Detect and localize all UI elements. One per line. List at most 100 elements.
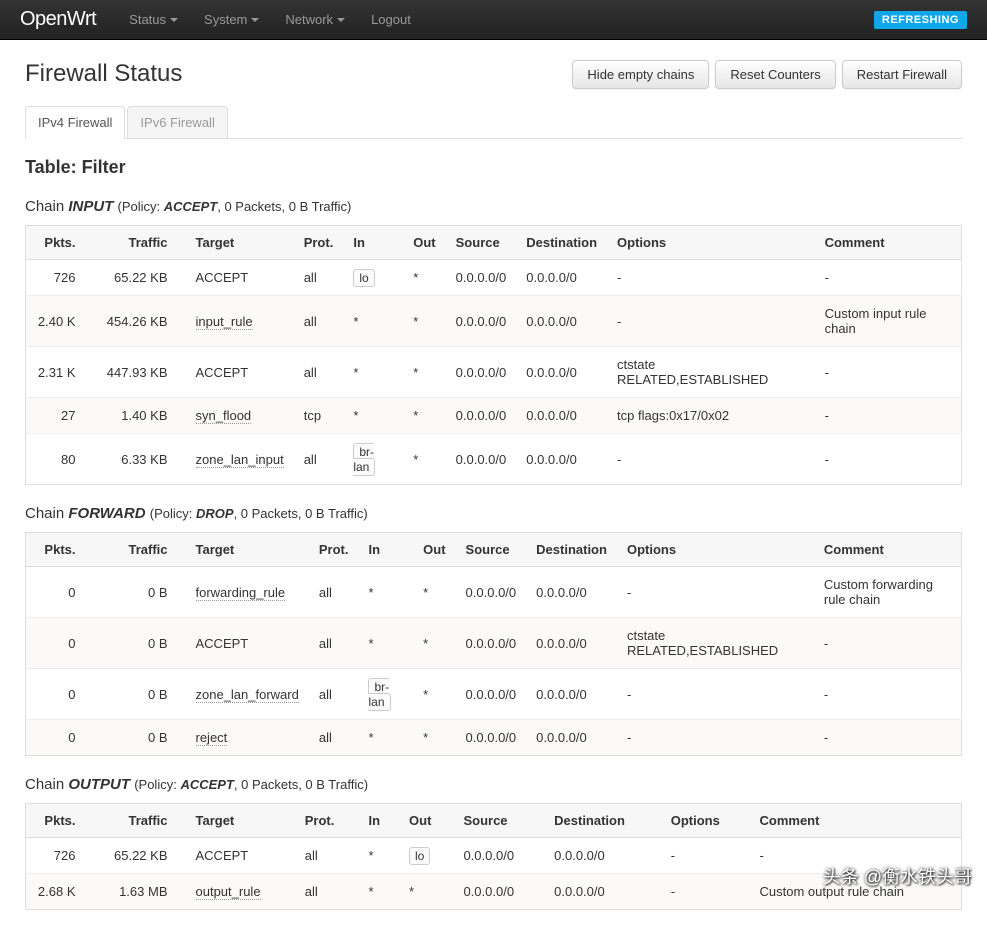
action-buttons: Hide empty chains Reset Counters Restart… [572,60,962,89]
cell-target: ACCEPT [186,260,294,296]
nav-system[interactable]: System [191,2,272,37]
cell-traffic: 0 B [96,720,186,756]
col-options: Options [617,533,814,567]
chain-heading: Chain OUTPUT (Policy: ACCEPT, 0 Packets,… [25,776,962,793]
col-prot: Prot. [295,804,359,838]
cell-comment: - [750,838,962,874]
table-row: 2.31 K447.93 KBACCEPTall**0.0.0.0/00.0.0… [26,347,962,398]
cell-in: * [358,618,413,669]
cell-pkts: 726 [26,838,96,874]
target-link[interactable]: output_rule [196,884,261,900]
cell-pkts: 0 [26,669,96,720]
cell-source: 0.0.0.0/0 [453,838,544,874]
cell-pkts: 726 [26,260,96,296]
target-link[interactable]: zone_lan_input [196,452,284,468]
target-link[interactable]: syn_flood [196,408,252,424]
table-row: 72665.22 KBACCEPTall*lo0.0.0.0/00.0.0.0/… [26,838,962,874]
cell-target: forwarding_rule [186,567,309,618]
col-pkts: Pkts. [26,226,96,260]
target-link[interactable]: forwarding_rule [196,585,286,601]
cell-target: zone_lan_forward [186,669,309,720]
target-link[interactable]: reject [196,730,228,746]
hide-empty-chains-button[interactable]: Hide empty chains [572,60,709,89]
refreshing-badge: REFRESHING [874,11,967,29]
cell-in: * [358,567,413,618]
chain-table: Pkts.TrafficTargetProt.InOutSourceDestin… [25,225,962,485]
nav-status[interactable]: Status [116,2,191,37]
col-in: In [343,226,403,260]
nav-menu: Status System Network Logout [116,2,874,37]
cell-pkts: 0 [26,567,96,618]
col-traffic: Traffic [96,226,186,260]
cell-options: ctstate RELATED,ESTABLISHED [607,347,815,398]
col-source: Source [453,804,544,838]
col-prot: Prot. [309,533,359,567]
col-traffic: Traffic [96,533,186,567]
cell-out: * [413,720,455,756]
cell-pkts: 80 [26,434,96,485]
col-options: Options [607,226,815,260]
cell-traffic: 65.22 KB [96,838,186,874]
cell-in: * [343,296,403,347]
cell-source: 0.0.0.0/0 [446,398,517,434]
col-target: Target [186,533,309,567]
target-link[interactable]: input_rule [196,314,253,330]
cell-traffic: 6.33 KB [96,434,186,485]
brand[interactable]: OpenWrt [20,8,96,31]
cell-dest: 0.0.0.0/0 [516,347,607,398]
cell-source: 0.0.0.0/0 [446,296,517,347]
cell-prot: all [294,260,344,296]
chain-heading: Chain FORWARD (Policy: DROP, 0 Packets, … [25,505,962,522]
cell-prot: all [309,618,359,669]
cell-comment: - [814,720,962,756]
iface-badge: lo [409,847,430,865]
table-row: 2.40 K454.26 KBinput_ruleall**0.0.0.0/00… [26,296,962,347]
navbar: OpenWrt Status System Network Logout REF… [0,0,987,40]
cell-dest: 0.0.0.0/0 [526,720,617,756]
cell-pkts: 27 [26,398,96,434]
nav-network[interactable]: Network [272,2,358,37]
iface-badge: br-lan [368,678,390,711]
chain-table: Pkts.TrafficTargetProt.InOutSourceDestin… [25,532,962,756]
table-row: 271.40 KBsyn_floodtcp**0.0.0.0/00.0.0.0/… [26,398,962,434]
cell-out: * [403,347,445,398]
cell-options: - [607,434,815,485]
chain-table: Pkts.TrafficTargetProt.InOutSourceDestin… [25,803,962,910]
chain-heading: Chain INPUT (Policy: ACCEPT, 0 Packets, … [25,198,962,215]
chevron-down-icon [337,18,345,22]
cell-traffic: 0 B [96,669,186,720]
cell-dest: 0.0.0.0/0 [544,838,661,874]
table-row: 00 Bforwarding_ruleall**0.0.0.0/00.0.0.0… [26,567,962,618]
cell-traffic: 447.93 KB [96,347,186,398]
cell-options: ctstate RELATED,ESTABLISHED [617,618,814,669]
cell-source: 0.0.0.0/0 [446,434,517,485]
reset-counters-button[interactable]: Reset Counters [715,60,835,89]
table-row: 00 Bzone_lan_forwardallbr-lan*0.0.0.0/00… [26,669,962,720]
col-comment: Comment [814,533,962,567]
cell-prot: all [295,838,359,874]
cell-options: - [617,720,814,756]
cell-dest: 0.0.0.0/0 [526,567,617,618]
cell-target: ACCEPT [186,618,309,669]
cell-source: 0.0.0.0/0 [456,618,527,669]
cell-options: - [617,669,814,720]
cell-traffic: 1.63 MB [96,874,186,910]
target-link[interactable]: zone_lan_forward [196,687,299,703]
col-comment: Comment [815,226,962,260]
cell-in: br-lan [343,434,403,485]
cell-comment: Custom input rule chain [815,296,962,347]
cell-in: * [358,838,399,874]
cell-comment: Custom forwarding rule chain [814,567,962,618]
cell-in: * [343,398,403,434]
cell-source: 0.0.0.0/0 [456,567,527,618]
col-target: Target [186,804,295,838]
tab-ipv6-firewall[interactable]: IPv6 Firewall [127,106,227,139]
cell-comment: - [814,618,962,669]
nav-logout[interactable]: Logout [358,2,424,37]
page-title: Firewall Status [25,60,182,88]
cell-options: - [607,296,815,347]
tab-ipv4-firewall[interactable]: IPv4 Firewall [25,106,125,139]
col-target: Target [186,226,294,260]
cell-pkts: 2.31 K [26,347,96,398]
restart-firewall-button[interactable]: Restart Firewall [842,60,962,89]
